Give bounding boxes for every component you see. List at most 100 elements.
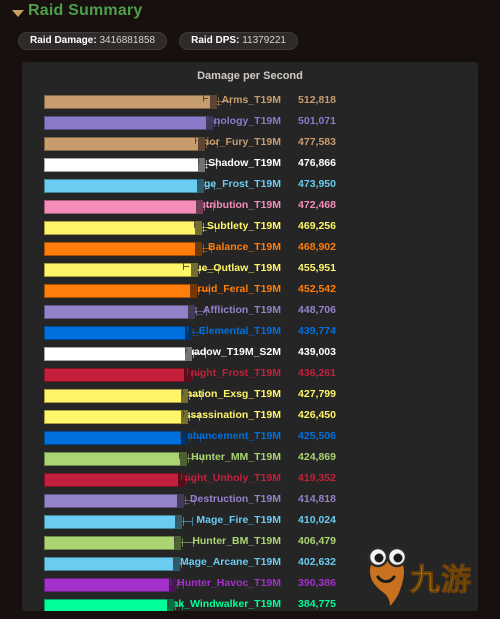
chart-bar-group [44, 449, 478, 470]
chart-row[interactable]: Priest_Shadow_T19M_S2M 439,003 [22, 344, 478, 365]
chart-error-bar-left-cap [206, 139, 208, 148]
chart-row[interactable]: Death_Knight_Unholy_T19M 419,352 [22, 470, 478, 491]
chart-error-bar-right-cap [198, 412, 200, 421]
badge-label: Raid Damage: [30, 35, 97, 46]
chart-bar [44, 452, 188, 466]
caret-down-icon[interactable] [12, 10, 24, 17]
status-badge-raid-dps: Raid DPS: 11379221 [179, 32, 298, 50]
chart-bar [44, 410, 188, 424]
chart-error-bar-right-cap [201, 391, 203, 400]
chart-error-bar-right-cap [214, 181, 216, 190]
chart-error-bar [197, 269, 219, 270]
chart-error-bar-right-cap [215, 160, 217, 169]
chart-bar [44, 242, 203, 256]
chart-bar [44, 515, 183, 529]
chart-bar [44, 116, 214, 130]
chart-error-bar-left-cap [204, 202, 206, 211]
chart-bar-cap [195, 221, 203, 235]
chart-bar [44, 263, 198, 277]
status-badge-raid-damage: Raid Damage: 3416881858 [18, 32, 168, 50]
chart-error-inner-left-cap [194, 137, 196, 144]
chart-error-bar-right-cap [216, 139, 218, 148]
chart-error-bar-right-cap [203, 328, 205, 337]
chart-bar [44, 494, 184, 508]
chart-row[interactable]: Rogue_Subtlety_T19M 469,256 [22, 218, 478, 239]
dps-chart-panel: Damage per Second Warrior_Arms_T19M512,8… [22, 62, 478, 611]
chart-error-bar-right-cap [210, 244, 212, 253]
chart-error-bar [187, 458, 202, 459]
chart-error-inner-left-cap [191, 284, 193, 291]
chart-error-bar-right-cap [218, 118, 220, 127]
chart-error-bar-right-cap [212, 202, 214, 211]
chart-bar [44, 200, 204, 214]
badge-value: 3416881858 [99, 35, 156, 46]
chart-error-bar-right-cap [183, 580, 185, 589]
chart-error-bar-left-cap [176, 580, 178, 589]
chart-row[interactable]: Mage_Fire_T19M 410,024 [22, 512, 478, 533]
chart-row[interactable]: Paladin_Retribution_T19M 472,468 [22, 197, 478, 218]
chart-bar-group [44, 260, 478, 281]
chart-bar-group [44, 386, 478, 407]
chart-error-inner-left-cap [180, 473, 182, 480]
chart-row[interactable]: Warlock_Destruction_T19M 414,818 [22, 491, 478, 512]
chart-row[interactable]: Priest_Shadow_T19M 476,866 [22, 155, 478, 176]
chart-bar-group [44, 365, 478, 386]
raid-summary-screen: Raid Summary Raid Damage: 3416881858 Rai… [0, 0, 500, 619]
chart-row[interactable]: Shaman_Elemental_T19M 439,774 [22, 323, 478, 344]
chart-error-inner-left-cap [180, 431, 182, 438]
chart-row[interactable]: Rogue_Assassination_Exsg_T19M 427,799 [22, 386, 478, 407]
chart-bar-group [44, 407, 478, 428]
chart-row[interactable]: Warlock_Affliction_T19M 448,706 [22, 302, 478, 323]
chart-error-bar-right-cap [230, 97, 232, 106]
chart-error-inner-left-cap [183, 263, 185, 270]
chart-error-bar-left-cap [196, 307, 198, 316]
chart-row[interactable]: Rogue_Outlaw_T19M 455,951 [22, 260, 478, 281]
chart-bar-group [44, 218, 478, 239]
chart-error-bar-left-cap [180, 559, 182, 568]
chart-error-bar-left-cap [204, 181, 206, 190]
chart-row[interactable]: Druid_Balance_T19M 468,902 [22, 239, 478, 260]
chart-error-bar-right-cap [199, 433, 201, 442]
chart-error-inner-left-cap [187, 326, 189, 333]
chart-bar [44, 305, 196, 319]
panel-header[interactable]: Raid Summary [0, 0, 500, 28]
chart-bar-cap [180, 452, 188, 466]
chart-error-bar-right-cap [215, 223, 217, 232]
chart-bar-group [44, 302, 478, 323]
chart-error-bar-right-cap [193, 538, 195, 547]
chart-row[interactable]: Death_Knight_Frost_T19M 436,261 [22, 365, 478, 386]
chart-error-inner-left-cap [194, 221, 196, 228]
chart-error-bar-right-cap [190, 559, 192, 568]
chart-error-inner-left-cap [175, 515, 177, 522]
chart-bar-group [44, 512, 478, 533]
chart-error-bar-left-cap [214, 118, 216, 127]
chart-bar-group [44, 155, 478, 176]
summary-badges: Raid Damage: 3416881858 Raid DPS: 113792… [18, 32, 298, 50]
chart-row[interactable]: Warrior_Arms_T19M512,818 [22, 92, 478, 113]
chart-bar [44, 473, 186, 487]
page-title: Raid Summary [28, 2, 143, 19]
chart-error-bar-right-cap [193, 496, 195, 505]
chart-error-inner-left-cap [195, 242, 197, 249]
chart-bar [44, 95, 217, 109]
chart-error-bar-right-cap [200, 370, 202, 379]
chart-bar-group [44, 197, 478, 218]
chart-row[interactable]: Warlock_Demonology_T19M501,071 [22, 113, 478, 134]
chart-bar-cap [210, 95, 217, 109]
chart-error-inner-left-cap [185, 347, 186, 354]
chart-row[interactable]: Rogue_Assassination_T19M 426,450 [22, 407, 478, 428]
chart-row[interactable]: Druid_Feral_T19M 452,542 [22, 281, 478, 302]
chart-row[interactable]: Shaman_Enhancement_T19M 425,506 [22, 428, 478, 449]
chart-error-bar-left-cap [188, 412, 190, 421]
chart-error-bar-left-cap [193, 349, 195, 358]
chart-bar-group [44, 491, 478, 512]
chart-row[interactable]: Warrior_Fury_T19M 477,583 [22, 134, 478, 155]
chart-row[interactable]: Mage_Frost_T19M 473,950 [22, 176, 478, 197]
chart-row[interactable]: Hunter_MM_T19M 424,869 [22, 449, 478, 470]
chart-error-inner-left-cap [198, 158, 200, 165]
chart-error-bar-left-cap [174, 601, 176, 610]
chart-error-inner-left-cap [197, 200, 199, 207]
chart-bar [44, 389, 189, 403]
chart-error-bar-left-cap [218, 97, 219, 106]
chart-error-bar-left-cap [184, 496, 186, 505]
